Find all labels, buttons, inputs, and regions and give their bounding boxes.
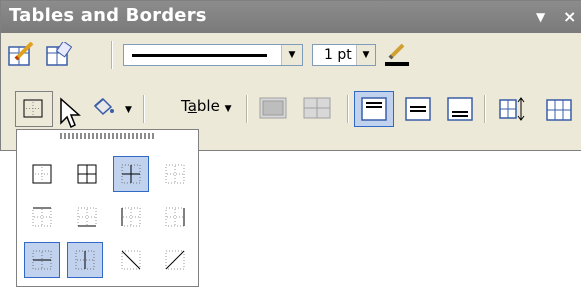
separator <box>143 95 145 123</box>
center-vertically-icon[interactable] <box>405 97 431 125</box>
merge-cells-icon[interactable] <box>259 97 287 123</box>
table-menu-arrow-icon: ▼ <box>224 104 232 114</box>
bottom-border-option[interactable] <box>69 199 105 235</box>
line-style-dropdown-arrow-icon[interactable]: ▼ <box>281 45 302 65</box>
align-bottom-icon[interactable] <box>447 97 473 125</box>
right-border-option[interactable] <box>157 199 193 235</box>
no-border-option[interactable] <box>157 156 193 192</box>
align-top-icon <box>361 97 387 125</box>
outside-border-icon <box>23 99 45 123</box>
borders-palette <box>16 129 199 287</box>
table-menu-label-accel: a <box>187 97 197 115</box>
separator <box>111 41 113 69</box>
toolbar-title: Tables and Borders <box>9 5 207 26</box>
shading-color-icon[interactable] <box>91 96 117 122</box>
line-weight-dropdown[interactable]: 1 pt ▼ <box>312 44 376 66</box>
line-weight-dropdown-arrow-icon[interactable]: ▼ <box>356 45 375 65</box>
separator <box>246 95 248 123</box>
diagonal-down-border-option[interactable] <box>113 242 149 278</box>
shading-dropdown-arrow-icon[interactable]: ▼ <box>125 105 132 115</box>
toolbar-titlebar[interactable]: Tables and Borders ▼ × <box>1 1 581 33</box>
inside-vertical-border-option[interactable] <box>67 242 103 278</box>
top-border-option[interactable] <box>24 199 60 235</box>
table-menu-button[interactable]: Table ▼ <box>181 97 232 115</box>
line-weight-value: 1 pt <box>324 47 352 63</box>
distribute-rows-evenly-icon[interactable] <box>499 97 527 125</box>
diagonal-up-border-option[interactable] <box>157 242 193 278</box>
line-style-preview <box>132 54 267 57</box>
left-border-option[interactable] <box>113 199 149 235</box>
mouse-cursor-icon <box>59 97 83 137</box>
all-borders-option[interactable] <box>69 156 105 192</box>
border-color-icon[interactable] <box>384 42 410 72</box>
close-icon[interactable]: × <box>563 7 576 26</box>
separator <box>347 95 349 123</box>
draw-table-icon[interactable] <box>7 41 35 72</box>
outside-border-option[interactable] <box>24 156 60 192</box>
split-cells-icon[interactable] <box>303 97 331 123</box>
toolbar-options-dropdown-icon[interactable]: ▼ <box>536 10 545 24</box>
eraser-icon[interactable] <box>45 40 73 72</box>
separator <box>484 95 486 123</box>
table-menu-label-post: ble <box>196 97 220 115</box>
distribute-columns-evenly-icon[interactable] <box>544 97 574 125</box>
inside-borders-option[interactable] <box>113 156 149 192</box>
line-style-dropdown[interactable]: ▼ <box>123 44 303 66</box>
inside-horizontal-border-option[interactable] <box>24 242 60 278</box>
table-menu-label-pre: T <box>181 97 188 115</box>
